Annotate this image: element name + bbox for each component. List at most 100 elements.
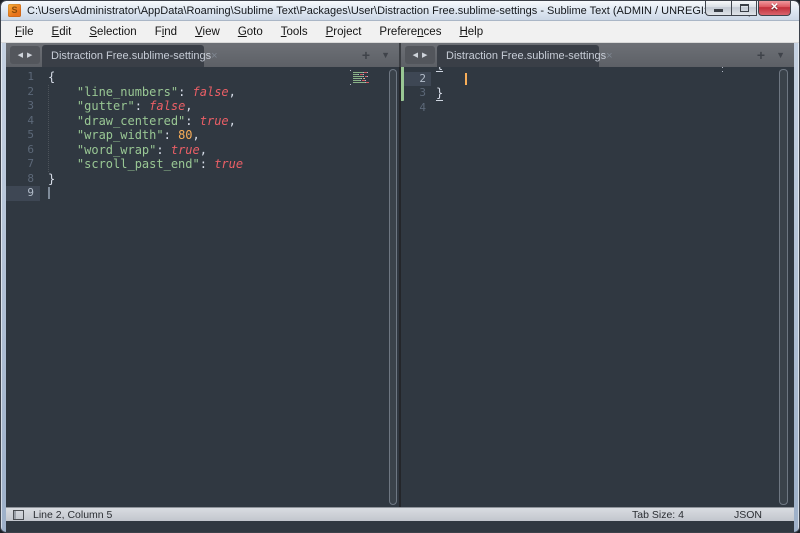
line-number: 4	[401, 101, 431, 116]
menu-find[interactable]: Find	[146, 21, 186, 43]
editor-pane-left[interactable]: 1{2 "line_numbers": false,3 "gutter": fa…	[6, 67, 399, 507]
code-segment: true	[171, 143, 200, 157]
minimap-segment	[367, 76, 368, 77]
code-text: "draw_centered": true,	[48, 114, 236, 129]
minimize-button[interactable]	[705, 0, 731, 16]
tab-distraction-free-settings-right[interactable]: Distraction Free.sublime-settings ×	[437, 45, 599, 67]
code-line[interactable]: 6 "word_wrap": true,	[6, 143, 399, 158]
code-segment: "gutter"	[77, 99, 135, 113]
code-segment: true	[214, 157, 243, 171]
code-segment: }	[48, 172, 55, 186]
code-lines[interactable]: 1{2 "line_numbers": false,3 "gutter": fa…	[6, 67, 399, 201]
line-number: 3	[401, 86, 431, 101]
minimap[interactable]	[722, 67, 750, 75]
menu-project[interactable]: Project	[317, 21, 371, 43]
menu-tools[interactable]: Tools	[272, 21, 317, 43]
minimap-line	[350, 72, 374, 73]
tab-close-icon[interactable]: ×	[606, 51, 612, 62]
line-number: 1	[6, 70, 40, 85]
client-area: ◀ ▶ Distraction Free.sublime-settings × …	[6, 43, 794, 533]
syntax-indicator[interactable]: JSON	[734, 509, 762, 521]
minimap-line	[350, 80, 374, 81]
menu-goto[interactable]: Goto	[229, 21, 272, 43]
minimap[interactable]	[350, 70, 374, 88]
tab-actions: + ▼	[362, 48, 399, 62]
tab-close-icon[interactable]: ×	[211, 51, 217, 62]
tab-label: Distraction Free.sublime-settings	[51, 50, 211, 62]
tab-scroll-right-icon[interactable]: ▶	[27, 52, 32, 59]
sublime-text-window: S C:\Users\Administrator\AppData\Roaming…	[0, 0, 800, 533]
menu-edit[interactable]: Edit	[43, 21, 81, 43]
code-text: "line_numbers": false,	[48, 85, 236, 100]
editor-pane-right[interactable]: 1{2 3}4	[401, 67, 794, 507]
line-number: 6	[6, 143, 40, 158]
code-line[interactable]: 8}	[6, 172, 399, 187]
code-line[interactable]: 4	[401, 101, 794, 116]
menu-bar: FileEditSelectionFindViewGotoToolsProjec…	[1, 21, 799, 43]
minimap-segment	[364, 78, 365, 79]
tab-distraction-free-settings-left[interactable]: Distraction Free.sublime-settings ×	[42, 45, 204, 67]
menu-selection[interactable]: Selection	[80, 21, 145, 43]
caption-buttons: ✕	[705, 0, 791, 16]
code-line[interactable]: 7 "scroll_past_end": true	[6, 157, 399, 172]
minimap-segment	[353, 78, 361, 79]
code-line[interactable]: 2 "line_numbers": false,	[6, 85, 399, 100]
minimap-line	[350, 78, 374, 79]
code-text: "scroll_past_end": true	[48, 157, 243, 172]
minimap-segment	[366, 82, 369, 83]
cursor-position[interactable]: Line 2, Column 5	[33, 509, 112, 521]
tab-overflow-icon[interactable]: ▼	[381, 51, 390, 60]
code-segment	[185, 85, 192, 99]
menu-help[interactable]: Help	[450, 21, 492, 43]
vertical-scrollbar[interactable]	[389, 69, 397, 505]
code-line[interactable]: 9	[6, 186, 399, 201]
code-segment: ,	[185, 99, 192, 113]
code-segment	[48, 114, 77, 128]
code-line[interactable]: 5 "wrap_width": 80,	[6, 128, 399, 143]
code-segment	[48, 99, 77, 113]
maximize-button[interactable]	[731, 0, 757, 16]
code-line[interactable]: 1{	[6, 70, 399, 85]
minimap-segment	[353, 82, 365, 83]
code-segment	[193, 114, 200, 128]
tab-scroll-arrows[interactable]: ◀ ▶	[10, 46, 40, 64]
code-segment	[48, 85, 77, 99]
minimap-line	[722, 69, 750, 70]
minimap-segment	[722, 67, 723, 68]
code-line[interactable]: 4 "draw_centered": true,	[6, 114, 399, 129]
new-tab-icon[interactable]: +	[362, 48, 370, 62]
minimap-segment	[353, 76, 364, 77]
menu-file[interactable]: File	[6, 21, 43, 43]
title-bar[interactable]: S C:\Users\Administrator\AppData\Roaming…	[1, 1, 799, 21]
code-segment: false	[193, 85, 229, 99]
code-segment: true	[200, 114, 229, 128]
code-text	[436, 72, 467, 87]
vertical-scrollbar[interactable]	[779, 69, 788, 505]
maximize-icon	[740, 4, 749, 12]
minimap-line	[350, 76, 374, 77]
code-segment: 80	[178, 128, 192, 142]
tab-label: Distraction Free.sublime-settings	[446, 50, 606, 62]
tab-size-indicator[interactable]: Tab Size: 4	[632, 509, 684, 521]
tab-scroll-left-icon[interactable]: ◀	[413, 52, 418, 59]
code-segment: "scroll_past_end"	[77, 157, 200, 171]
new-tab-icon[interactable]: +	[757, 48, 765, 62]
code-text: "gutter": false,	[48, 99, 193, 114]
show-panel-icon[interactable]	[13, 510, 24, 520]
minimap-segment	[363, 74, 364, 75]
code-line[interactable]: 3}	[401, 86, 794, 101]
menu-preferences[interactable]: Preferences	[370, 21, 450, 43]
code-segment: "line_numbers"	[77, 85, 178, 99]
tab-scroll-left-icon[interactable]: ◀	[18, 52, 23, 59]
close-button[interactable]: ✕	[758, 0, 791, 16]
menu-view[interactable]: View	[186, 21, 229, 43]
indent-guide	[48, 85, 49, 172]
tab-scroll-arrows[interactable]: ◀ ▶	[405, 46, 435, 64]
tab-overflow-icon[interactable]: ▼	[776, 51, 785, 60]
code-segment	[436, 72, 465, 86]
minimap-line	[350, 74, 374, 75]
tab-scroll-right-icon[interactable]: ▶	[422, 52, 427, 59]
minimap-line	[722, 71, 750, 72]
code-line[interactable]: 3 "gutter": false,	[6, 99, 399, 114]
code-segment: "wrap_width"	[77, 128, 164, 142]
